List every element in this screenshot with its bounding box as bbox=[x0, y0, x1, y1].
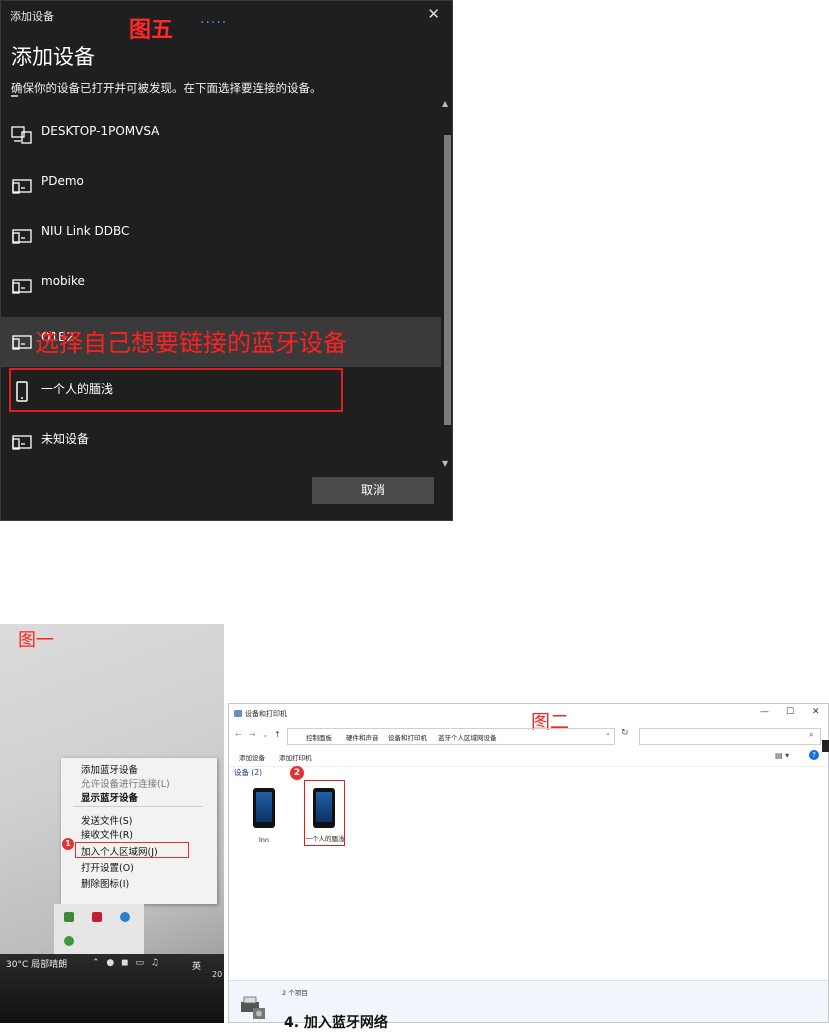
recent-icon[interactable]: ⌄ bbox=[262, 730, 269, 739]
divider bbox=[11, 95, 18, 97]
menu-item-remove-icon[interactable]: 删除图标(I) bbox=[81, 876, 129, 890]
menu-item-send-file[interactable]: 发送文件(S) bbox=[81, 813, 132, 827]
monitor-icon bbox=[12, 335, 32, 350]
devices-and-printers-window: 设备和打印机 — ☐ ✕ 图二 ← → ⌄ ↑ 控制面板 硬件和声音 设备和打印… bbox=[228, 703, 829, 1023]
device-highlight-box bbox=[304, 780, 345, 846]
dialog-heading: 添加设备 bbox=[11, 45, 95, 69]
ime-indicator[interactable]: 英 bbox=[192, 959, 201, 972]
dialog-subtitle: 确保你的设备已打开并可被发现。在下面选择要连接的设备。 bbox=[11, 81, 322, 95]
weather-text: 30°C 局部晴朗 bbox=[6, 960, 68, 970]
device-item[interactable]: PDemo bbox=[1, 161, 441, 211]
device-item[interactable]: NIU Link DDBC bbox=[1, 211, 441, 261]
monitor-icon bbox=[12, 279, 32, 294]
monitor-icon bbox=[12, 179, 32, 194]
close-icon[interactable]: ✕ bbox=[812, 707, 820, 717]
window-icon bbox=[234, 710, 242, 717]
add-device-dialog: 添加设备 ✕ 图五 ····· 添加设备 确保你的设备已打开并可被发现。在下面选… bbox=[0, 0, 453, 521]
window-titlebar: 设备和打印机 — ☐ ✕ bbox=[229, 704, 828, 724]
view-options-icon[interactable]: ▤ ▾ bbox=[775, 751, 789, 760]
device-label: PDemo bbox=[41, 174, 84, 188]
address-bar[interactable]: 控制面板 硬件和声音 设备和打印机 蓝牙个人区域网设备 bbox=[287, 728, 615, 745]
browser-tray-icon[interactable] bbox=[120, 912, 130, 922]
window-title: 设备和打印机 bbox=[245, 710, 287, 718]
menu-item-join-pan[interactable]: 加入个人区域网(J) bbox=[81, 844, 158, 858]
photo-context-menu: 图一 添加蓝牙设备 允许设备进行连接(L) 显示蓝牙设备 发送文件(S) 接收文… bbox=[0, 624, 224, 1023]
help-icon[interactable]: ? bbox=[809, 750, 819, 760]
phone-icon[interactable] bbox=[253, 788, 275, 828]
step-marker-2: 2 bbox=[290, 766, 304, 780]
menu-separator bbox=[73, 806, 203, 807]
up-icon[interactable]: ↑ bbox=[274, 730, 281, 739]
search-input[interactable] bbox=[639, 728, 821, 745]
devices-printers-icon bbox=[241, 996, 265, 1019]
maximize-icon[interactable]: ☐ bbox=[786, 707, 794, 717]
add-printer-button[interactable]: 添加打印机 bbox=[279, 752, 312, 762]
command-bar: 添加设备 添加打印机 ▤ ▾ ? bbox=[229, 748, 828, 767]
breadcrumb-bluetooth-pan[interactable]: 蓝牙个人区域网设备 bbox=[438, 732, 497, 742]
device-label: lnn bbox=[258, 836, 270, 844]
breadcrumb-devices-printers[interactable]: 设备和打印机 bbox=[388, 732, 427, 742]
item-count: 2 个项目 bbox=[282, 989, 308, 997]
breadcrumb-control-panel[interactable]: 控制面板 bbox=[306, 732, 332, 742]
annotation-select-device: 选择自己想要链接的蓝牙设备 bbox=[35, 329, 347, 357]
search-icon[interactable]: ⌕ bbox=[809, 730, 813, 740]
scroll-up-icon[interactable]: ▲ bbox=[442, 99, 448, 108]
refresh-icon[interactable]: ↻ bbox=[621, 728, 629, 738]
add-device-button[interactable]: 添加设备 bbox=[239, 752, 265, 762]
monitor-icon bbox=[12, 229, 32, 244]
chat-tray-icon[interactable] bbox=[64, 936, 74, 946]
back-icon[interactable]: ← bbox=[235, 730, 242, 739]
step-marker-1: 1 bbox=[62, 838, 74, 850]
chevron-down-icon[interactable]: ⌄ bbox=[605, 729, 611, 737]
annotation-figure-5: 图五 bbox=[129, 18, 174, 43]
menu-item-receive-file[interactable]: 接收文件(R) bbox=[81, 827, 133, 841]
device-item[interactable]: 未知设备 bbox=[1, 417, 441, 467]
device-label: DESKTOP-1POMVSA bbox=[41, 124, 160, 138]
menu-item-add-bluetooth[interactable]: 添加蓝牙设备 bbox=[81, 762, 138, 776]
menu-item-show-devices[interactable]: 显示蓝牙设备 bbox=[81, 790, 138, 804]
clock-text: 20 bbox=[212, 970, 223, 979]
close-icon[interactable]: ✕ bbox=[427, 5, 440, 23]
scrollbar-thumb[interactable] bbox=[444, 135, 451, 425]
scroll-down-icon[interactable]: ▼ bbox=[442, 459, 448, 468]
partial-heading-text: 4. 加入蓝牙网络 bbox=[284, 1015, 388, 1031]
app-tray-icon[interactable] bbox=[64, 912, 74, 922]
device-label: 未知设备 bbox=[41, 432, 90, 446]
window-edge bbox=[822, 740, 829, 752]
device-item[interactable]: mobike bbox=[1, 261, 441, 311]
menu-item-allow-connect[interactable]: 允许设备进行连接(L) bbox=[81, 776, 170, 790]
monitor-icon bbox=[12, 435, 32, 450]
device-label: mobike bbox=[41, 274, 85, 288]
minimize-icon[interactable]: — bbox=[760, 707, 769, 717]
annotation-figure-1: 图一 bbox=[18, 630, 54, 651]
system-tray-icons[interactable]: ⌃ ● ◼ ▭ ♫ bbox=[92, 958, 161, 968]
bluetooth-context-menu: 添加蓝牙设备 允许设备进行连接(L) 显示蓝牙设备 发送文件(S) 接收文件(R… bbox=[61, 758, 217, 904]
taskbar: 30°C 局部晴朗 ⌃ ● ◼ ▭ ♫ 英 20 bbox=[0, 954, 224, 1023]
breadcrumb-hardware[interactable]: 硬件和声音 bbox=[346, 732, 379, 742]
selection-highlight-box bbox=[9, 368, 343, 412]
device-list: DESKTOP-1POMVSA PDemo NIU Link DDBC mobi… bbox=[1, 111, 441, 471]
app-tray-icon[interactable] bbox=[92, 912, 102, 922]
device-label: NIU Link DDBC bbox=[41, 224, 130, 238]
menu-item-open-settings[interactable]: 打开设置(O) bbox=[81, 860, 134, 874]
device-item[interactable]: DESKTOP-1POMVSA bbox=[1, 111, 441, 161]
dialog-title: 添加设备 bbox=[10, 10, 54, 23]
forward-icon[interactable]: → bbox=[249, 730, 256, 739]
cancel-button[interactable]: 取消 bbox=[312, 477, 434, 504]
loading-dots: ····· bbox=[200, 15, 228, 31]
group-header-devices[interactable]: 设备 (2) bbox=[234, 767, 262, 778]
computer-icon bbox=[11, 126, 32, 144]
